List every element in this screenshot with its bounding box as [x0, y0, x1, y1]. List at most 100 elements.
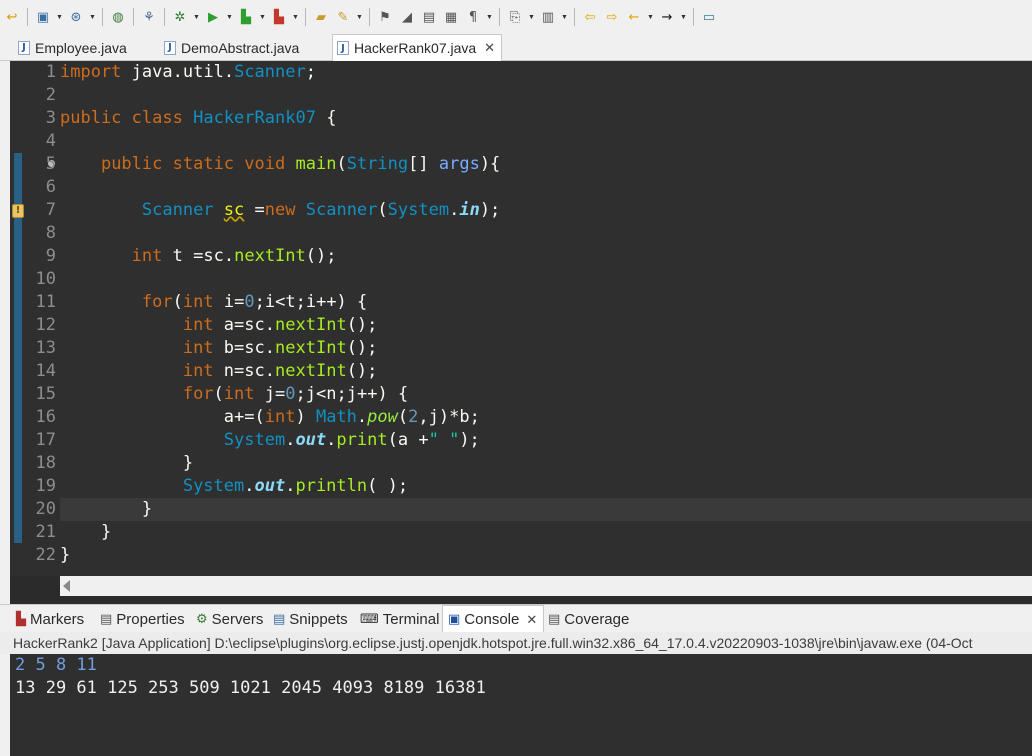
line-number: 14 [35, 361, 56, 381]
code-line[interactable]: for(int i=0;i<t;i++) { [60, 291, 1032, 314]
next-annotation-icon[interactable]: ▤ [419, 6, 439, 28]
line-number: 17 [35, 430, 56, 450]
code-line[interactable]: } [60, 521, 1032, 544]
line-number: 3 [45, 108, 56, 128]
tab-label: Snippets [289, 610, 348, 628]
tab-label: HackerRank07.java [354, 40, 477, 56]
close-icon[interactable]: ✕ [484, 40, 495, 56]
code-line[interactable]: a+=(int) Math.pow(2,j)*b; [60, 406, 1032, 429]
run-icon[interactable]: ▶ [203, 6, 223, 28]
console-input-line: 2 5 8 11 [15, 655, 97, 675]
tab-servers[interactable]: ⚙ Servers [196, 605, 263, 633]
code-line[interactable]: int a=sc.nextInt(); [60, 314, 1032, 337]
horizontal-scrollbar[interactable] [60, 576, 1032, 596]
line-number: 20 [35, 499, 56, 519]
code-line[interactable] [60, 84, 1032, 107]
java-file-icon: J [18, 40, 30, 55]
chevron-down-icon[interactable]: ▼ [485, 6, 494, 28]
tab-markers[interactable]: ▙ Markers [16, 605, 84, 633]
code-line[interactable]: System.out.print(a +" "); [60, 429, 1032, 452]
code-line[interactable] [60, 176, 1032, 199]
line-number: 19 [35, 476, 56, 496]
code-line[interactable]: public class HackerRank07 { [60, 107, 1032, 130]
tab-coverage[interactable]: ▤ Coverage [548, 605, 629, 633]
code-line[interactable]: import java.util.Scanner; [60, 61, 1032, 84]
line-number-gutter: ! 1 2 3 4 5 6 7 8 9 10 11 12 13 14 15 16 17 18 19 20 21 22 [10, 61, 60, 576]
bug-icon[interactable]: ✲ [170, 6, 190, 28]
tab-hackerrank07-java[interactable]: J HackerRank07.java ✕ [332, 34, 503, 61]
code-line[interactable]: int t =sc.nextInt(); [60, 245, 1032, 268]
chevron-down-icon[interactable]: ▼ [258, 6, 267, 28]
chevron-down-icon[interactable]: ▼ [355, 6, 364, 28]
tab-label: Markers [30, 610, 85, 628]
tab-label: Servers [211, 610, 264, 628]
tab-label: Properties [116, 610, 185, 628]
tab-demoabstract-java[interactable]: J DemoAbstract.java [164, 34, 299, 61]
paragraph-icon[interactable]: ¶ [463, 6, 483, 28]
code-line[interactable] [60, 268, 1032, 291]
tab-terminal[interactable]: ⌨ Terminal [360, 605, 439, 633]
chevron-down-icon[interactable]: ▼ [55, 6, 64, 28]
toolbar-separator [133, 8, 134, 26]
chevron-down-icon[interactable]: ▼ [192, 6, 201, 28]
coverage-icon[interactable]: ▙ [236, 6, 256, 28]
console-output-line: 13 29 61 125 253 509 1021 2045 4093 8189… [15, 678, 486, 698]
arrow-left-icon[interactable]: ← [624, 6, 644, 28]
tab-employee-java[interactable]: J Employee.java [18, 34, 127, 61]
code-line[interactable]: } [60, 544, 1032, 567]
save-icon[interactable]: ⎘ [505, 6, 525, 28]
line-number: 13 [35, 338, 56, 358]
new-window-icon[interactable]: ▭ [699, 6, 719, 28]
close-icon[interactable]: ✕ [526, 612, 537, 628]
chevron-down-icon[interactable]: ▼ [291, 6, 300, 28]
chevron-down-icon[interactable]: ▼ [527, 6, 536, 28]
coverage-icon: ▤ [548, 611, 561, 627]
globe-icon[interactable]: ◍ [108, 6, 128, 28]
pen-icon[interactable]: ✎ [333, 6, 353, 28]
console-output[interactable]: 2 5 8 11 13 29 61 125 253 509 1021 2045 … [10, 654, 1032, 756]
current-code-line[interactable]: } [60, 498, 1032, 521]
toolbar-separator [305, 8, 306, 26]
scroll-left-arrow-icon[interactable] [63, 580, 70, 592]
pencil-icon[interactable]: ◢ [397, 6, 417, 28]
annotation-icon[interactable]: ⚑ [375, 6, 395, 28]
chevron-down-icon[interactable]: ▼ [646, 6, 655, 28]
run-history-icon[interactable]: ⊛ [66, 6, 86, 28]
line-number: 10 [35, 269, 56, 289]
code-line[interactable]: int b=sc.nextInt(); [60, 337, 1032, 360]
toolbar-separator [693, 8, 694, 26]
code-line[interactable]: Scanner sc =new Scanner(System.in); [60, 199, 1032, 222]
code-line[interactable]: System.out.println( ); [60, 475, 1032, 498]
code-line[interactable]: public static void main(String[] args){ [60, 153, 1032, 176]
line-number: 5 [45, 154, 56, 174]
arrow-right-icon[interactable]: → [657, 6, 677, 28]
code-editor[interactable]: ! 1 2 3 4 5 6 7 8 9 10 11 12 13 14 15 16 17 18 19 20 21 22 im… [10, 61, 1032, 576]
console-icon: ▣ [448, 612, 461, 627]
debug-icon[interactable]: ⚘ [139, 6, 159, 28]
chevron-down-icon[interactable]: ▼ [560, 6, 569, 28]
open-folder-icon[interactable]: ▰ [311, 6, 331, 28]
forward-icon[interactable]: ⇨ [602, 6, 622, 28]
chevron-down-icon[interactable]: ▼ [225, 6, 234, 28]
back-icon[interactable]: ⇦ [580, 6, 600, 28]
code-line[interactable] [60, 222, 1032, 245]
toolbar-separator [499, 8, 500, 26]
code-line[interactable] [60, 130, 1032, 153]
properties-icon: ▤ [100, 611, 113, 627]
code-line[interactable]: for(int j=0;j<n;j++) { [60, 383, 1032, 406]
java-file-icon: J [337, 41, 349, 55]
tab-console[interactable]: ▣ Console ✕ [442, 605, 545, 633]
pin-icon[interactable]: ▥ [538, 6, 558, 28]
chevron-down-icon[interactable]: ▼ [679, 6, 688, 28]
new-icon[interactable]: ▣ [33, 6, 53, 28]
code-line[interactable]: } [60, 452, 1032, 475]
code-line[interactable]: int n=sc.nextInt(); [60, 360, 1032, 383]
tab-snippets[interactable]: ▤ Snippets [273, 605, 348, 633]
tab-properties[interactable]: ▤ Properties [100, 605, 185, 633]
chevron-down-icon[interactable]: ▼ [88, 6, 97, 28]
wrap-icon[interactable]: ↩ [2, 6, 22, 28]
blocks-icon[interactable]: ▦ [441, 6, 461, 28]
external-tools-icon[interactable]: ▙ [269, 6, 289, 28]
tab-label: Terminal [382, 610, 440, 628]
toolbar-separator [369, 8, 370, 26]
